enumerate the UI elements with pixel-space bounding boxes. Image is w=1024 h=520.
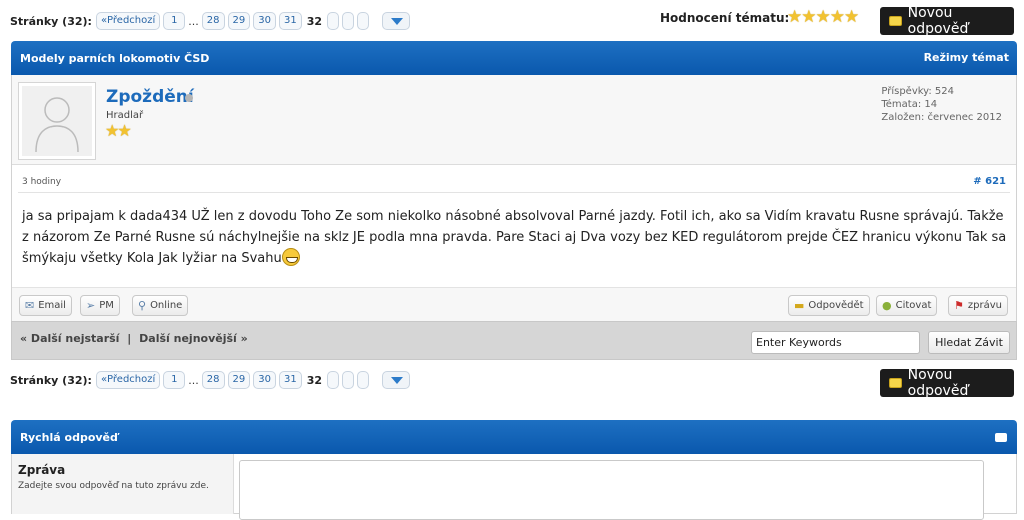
pagination-ellipsis: ... <box>188 14 199 28</box>
report-button[interactable]: ⚑ zprávu <box>948 295 1008 316</box>
pagination-top: Stránky (32): «Předchozí 1 ... 28 29 30 … <box>10 11 411 31</box>
online-button-label: Online <box>150 300 183 311</box>
search-thread-input[interactable] <box>751 331 920 354</box>
user-stats: Příspěvky: 524 Témata: 14 Založen: červe… <box>881 85 1002 124</box>
pagination-page-29[interactable]: 29 <box>227 371 251 389</box>
user-silhouette-icon <box>35 97 79 153</box>
email-button[interactable]: ✉ Email <box>19 295 72 316</box>
chevron-down-icon <box>391 377 404 384</box>
user-posts-count: Příspěvky: 524 <box>881 86 955 97</box>
nav-separator: | <box>127 332 132 345</box>
envelope-icon: ✉ <box>25 299 35 312</box>
quick-reply-title: Rychlá odpověď <box>20 431 118 444</box>
grin-smiley-icon <box>281 248 300 266</box>
post-divider <box>18 192 1010 193</box>
pagination-label: Stránky (32): <box>10 14 92 28</box>
avatar-placeholder <box>22 86 92 156</box>
pagination-page-30[interactable]: 30 <box>253 12 276 30</box>
pagination-page-31[interactable]: 31 <box>279 371 302 389</box>
pagination-prev-link[interactable]: «Předchozí <box>95 12 161 30</box>
pagination-page-1[interactable]: 1 <box>163 12 186 30</box>
message-label: Zpráva <box>18 463 66 477</box>
message-textarea[interactable] <box>239 460 984 520</box>
quick-reply-header: Rychlá odpověď <box>11 420 1017 454</box>
user-joined-date: Založen: červenec 2012 <box>881 112 1002 123</box>
new-reply-label: Novou odpověď <box>907 367 969 399</box>
chevron-down-icon <box>391 18 404 25</box>
thread-modes-link[interactable]: Režimy témat <box>924 51 1009 64</box>
post-date: 3 hodiny <box>22 177 62 187</box>
online-button[interactable]: ⚲ Online <box>132 295 189 316</box>
pagination-bottom: Stránky (32): «Předchozí 1 ... 28 29 30 … <box>10 370 411 390</box>
post-user-title: Hradlař <box>106 110 144 121</box>
pagination-current-page: 32 <box>306 14 323 28</box>
thread-rating-stars[interactable]: ★★★★★ <box>787 7 859 27</box>
collapse-icon[interactable] <box>995 433 1007 442</box>
thread-nav-links: « Další nejstarší | Další nejnovější » <box>20 332 248 345</box>
pagination-placeholder <box>327 371 340 389</box>
offline-status-icon <box>185 94 193 102</box>
pm-button[interactable]: ➢ PM <box>80 295 120 316</box>
post-userinfo: Zpoždění Hradlař ★★ Příspěvky: 524 Témat… <box>12 75 1016 165</box>
thread-nav-bar: « Další nejstarší | Další nejnovější » H… <box>11 321 1017 360</box>
pm-button-label: PM <box>99 300 114 311</box>
paper-plane-icon: ➢ <box>86 299 96 312</box>
pagination-page-1[interactable]: 1 <box>163 371 186 389</box>
pagination-placeholder <box>342 371 355 389</box>
thread-rating-label: Hodnocení tématu: <box>660 11 790 25</box>
magnifier-icon: ⚲ <box>138 299 147 312</box>
quick-reply-panel: Zpráva Zadejte svou odpověď na tuto zprá… <box>11 454 1017 520</box>
flag-icon: ⚑ <box>954 299 964 312</box>
pagination-label: Stránky (32): <box>10 373 92 387</box>
pagination-placeholder <box>327 12 340 30</box>
older-thread-link[interactable]: « Další nejstarší <box>20 332 119 345</box>
message-description: Zadejte svou odpověď na tuto zprávu zde. <box>18 481 209 491</box>
pagination-page-28[interactable]: 28 <box>201 12 225 30</box>
user-rank-stars: ★★ <box>105 121 132 140</box>
reply-post-button[interactable]: ▬ Odpovědět <box>788 295 870 316</box>
post-body-text: ja sa pripajam k dada434 UŽ len z dovodu… <box>22 209 1007 266</box>
pagination-page-28[interactable]: 28 <box>201 371 225 389</box>
report-button-label: zprávu <box>967 300 1002 311</box>
speech-bubble-icon <box>889 16 902 26</box>
newer-thread-link[interactable]: Další nejnovější » <box>139 332 248 345</box>
pagination-menu-button[interactable] <box>382 371 411 389</box>
pagination-page-29[interactable]: 29 <box>227 12 251 30</box>
pagination-prev-link[interactable]: «Předchozí <box>95 371 161 389</box>
new-reply-button[interactable]: Novou odpověď <box>880 5 1014 37</box>
user-threads-count: Témata: 14 <box>881 99 938 110</box>
pagination-page-30[interactable]: 30 <box>253 371 276 389</box>
post-body: ja sa pripajam k dada434 UŽ len z dovodu… <box>22 206 1012 269</box>
avatar[interactable] <box>18 82 96 160</box>
thread-title: Modely parních lokomotiv ČSD <box>20 52 210 65</box>
post-number-link[interactable]: # 621 <box>973 176 1006 187</box>
email-button-label: Email <box>38 300 66 311</box>
reply-post-label: Odpovědět <box>808 300 864 311</box>
speech-bubble-icon <box>889 378 902 388</box>
post: Zpoždění Hradlař ★★ Příspěvky: 524 Témat… <box>11 75 1017 321</box>
quote-button[interactable]: ● Citovat <box>876 295 938 316</box>
post-footer: ✉ Email ➢ PM ⚲ Online ▬ Odpovědět ● Cito… <box>12 287 1016 321</box>
quote-button-label: Citovat <box>895 300 932 311</box>
new-reply-label: Novou odpověď <box>907 5 969 37</box>
pagination-placeholder <box>357 12 370 30</box>
pagination-ellipsis: ... <box>188 373 199 387</box>
quick-reply-label-cell: Zpráva Zadejte svou odpověď na tuto zprá… <box>12 454 234 514</box>
pagination-menu-button[interactable] <box>382 12 411 30</box>
pagination-placeholder <box>342 12 355 30</box>
thread-header-bar: Modely parních lokomotiv ČSD Režimy téma… <box>11 41 1017 75</box>
post-username[interactable]: Zpoždění <box>106 87 194 107</box>
speech-bubble-icon: ▬ <box>794 299 805 312</box>
pagination-placeholder <box>357 371 370 389</box>
quote-bubble-icon: ● <box>882 299 892 312</box>
pagination-current-page: 32 <box>306 373 323 387</box>
pagination-page-31[interactable]: 31 <box>279 12 302 30</box>
new-reply-button[interactable]: Novou odpověď <box>880 367 1014 399</box>
search-thread-button[interactable]: Hledat Závit <box>928 331 1010 354</box>
